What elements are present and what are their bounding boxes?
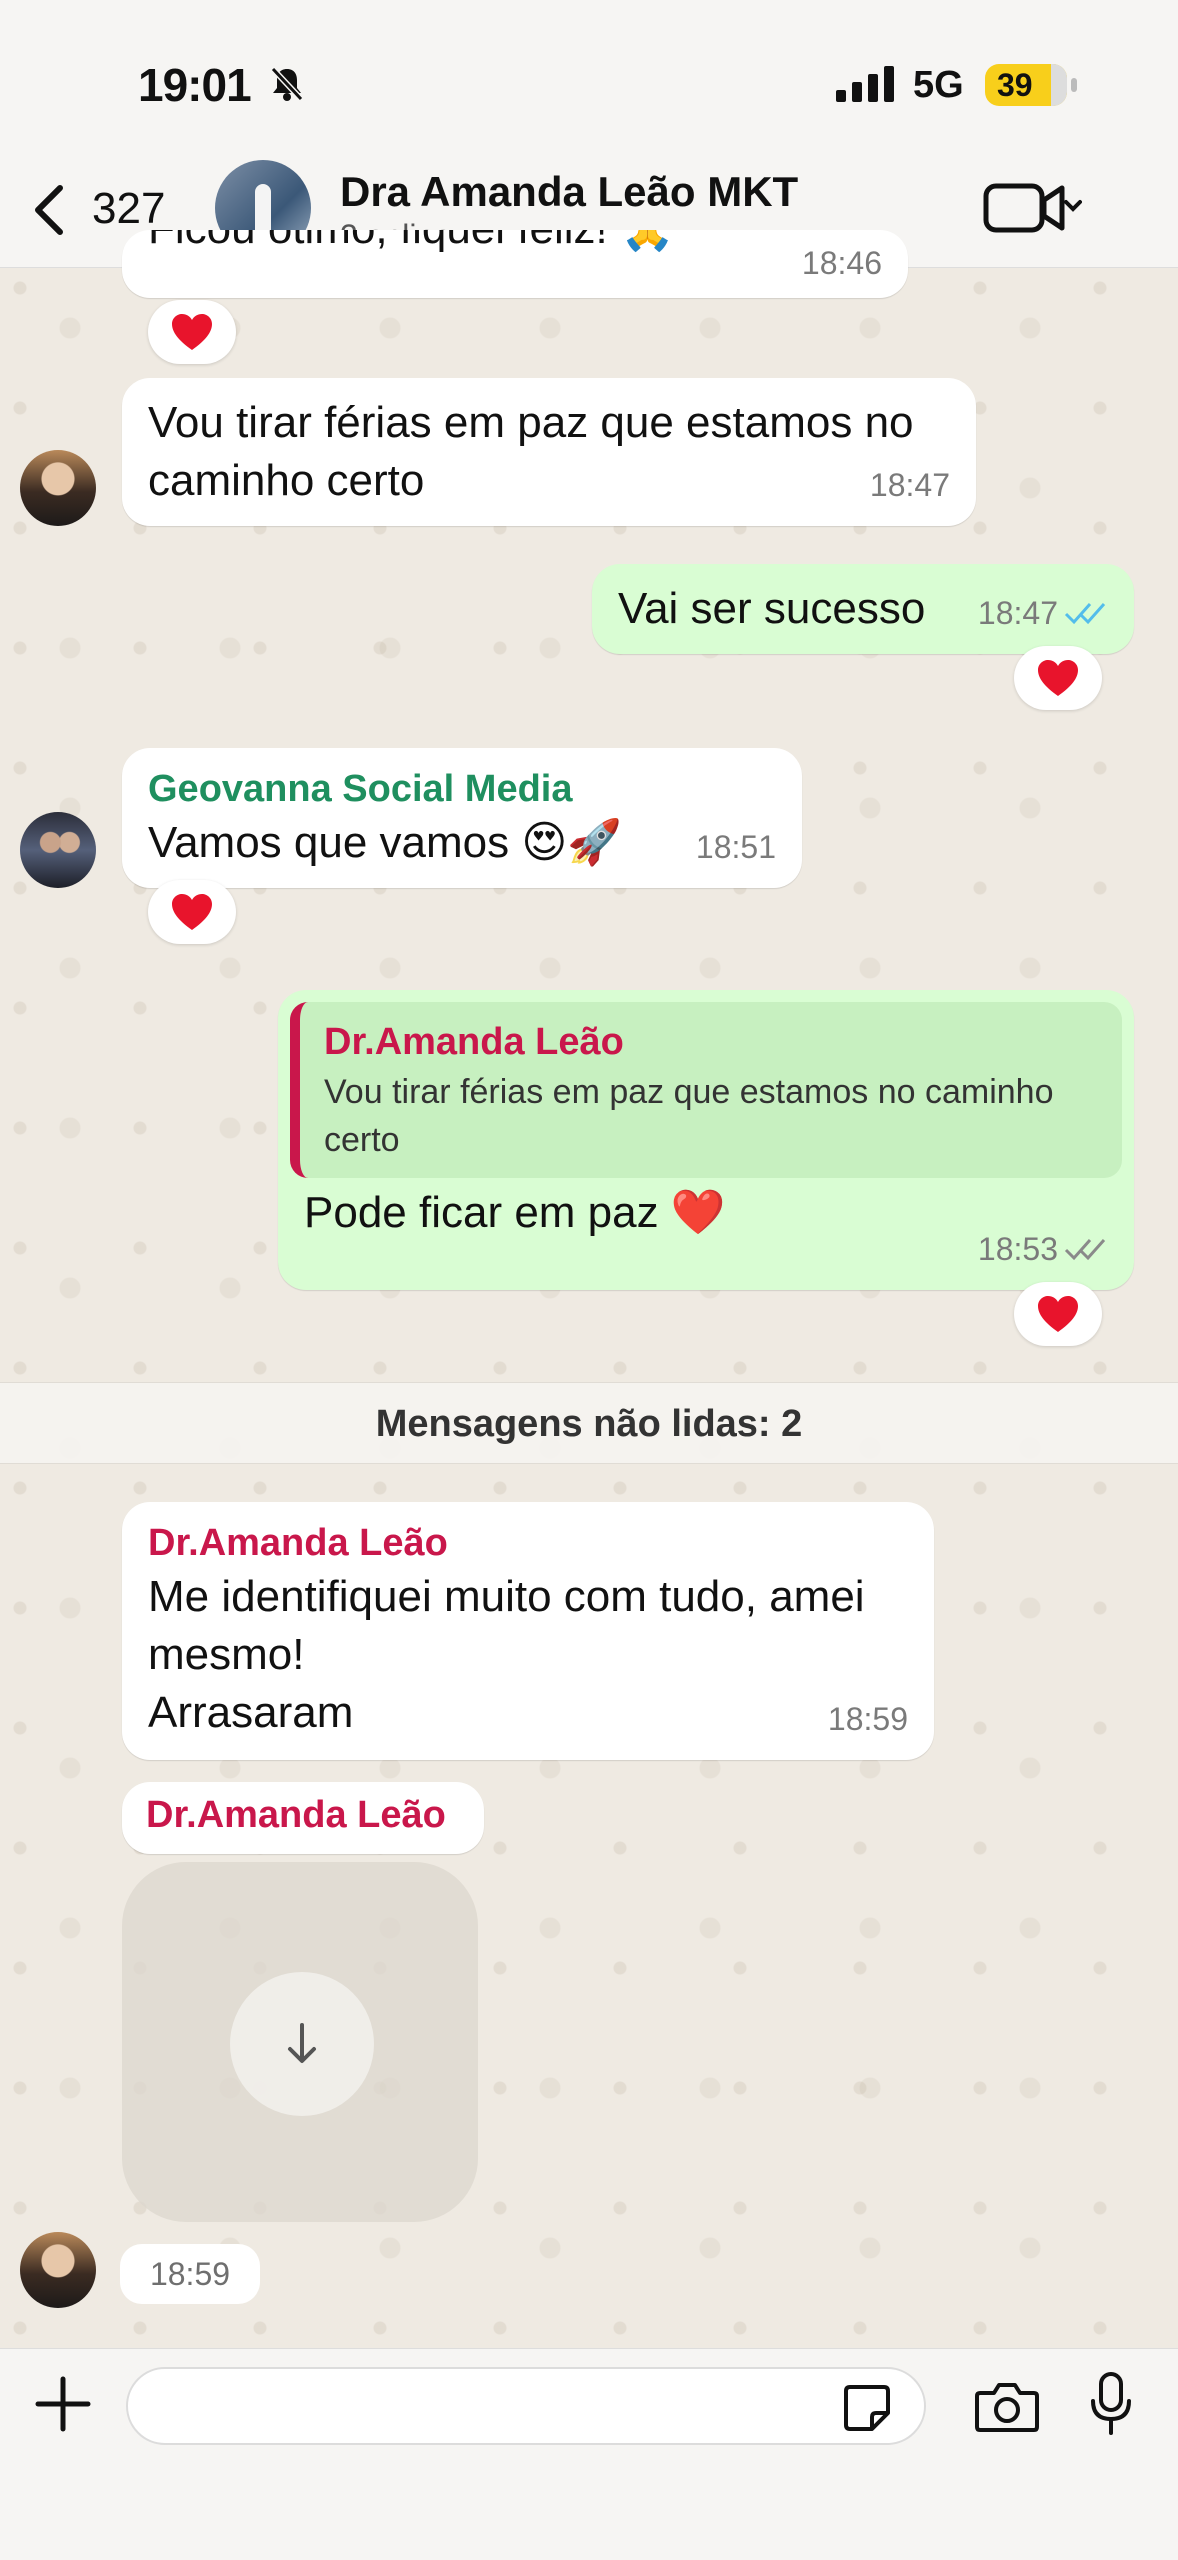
message-bubble-partial[interactable]: Ficou ótimo, fiquei feliz! 🙏 18:46: [122, 230, 908, 298]
camera-icon[interactable]: [974, 2379, 1040, 2433]
unread-messages-divider: Mensagens não lidas: 2: [0, 1382, 1178, 1464]
avatar[interactable]: [20, 450, 96, 526]
quoted-message[interactable]: Dr.Amanda Leão Vou tirar férias em paz q…: [290, 1002, 1122, 1178]
double-check-delivered-icon: [1064, 1239, 1106, 1261]
message-time: 18:47: [977, 595, 1058, 631]
heart-reaction-icon: [172, 314, 212, 350]
avatar[interactable]: [20, 812, 96, 888]
reaction-badge[interactable]: [1014, 646, 1102, 710]
message-bubble-incoming[interactable]: Dr.Amanda Leão Me identifiquei muito com…: [122, 1502, 934, 1760]
video-call-icon[interactable]: [982, 178, 1082, 238]
message-meta: 18:53: [978, 1220, 1108, 1278]
message-time: 18:51: [695, 829, 776, 865]
quoted-text: Vou tirar férias em paz que estamos no c…: [324, 1073, 1054, 1159]
message-time: 18:47: [869, 467, 950, 503]
sender-name[interactable]: Dr.Amanda Leão: [146, 1790, 460, 1840]
sender-name[interactable]: Geovanna Social Media: [148, 764, 776, 814]
message-time: 18:53: [977, 1231, 1058, 1267]
message-meta: 18:47: [978, 584, 1108, 642]
message-text: Ficou ótimo, fiquei feliz! 🙏: [148, 230, 882, 258]
message-text: Vamos que vamos 😍🚀: [148, 818, 623, 867]
message-text: Me identifiquei muito com tudo, amei mes…: [148, 1572, 865, 1679]
heart-reaction-icon: [1038, 1296, 1078, 1332]
message-input[interactable]: [126, 2367, 926, 2445]
chevron-left-icon[interactable]: [30, 180, 70, 240]
battery-empty-segment: [1051, 64, 1067, 106]
sticker-placeholder[interactable]: [122, 1862, 478, 2222]
sender-name[interactable]: Dr.Amanda Leão: [148, 1518, 908, 1568]
avatar[interactable]: [20, 2232, 96, 2308]
message-bubble-outgoing[interactable]: Dr.Amanda Leão Vou tirar férias em paz q…: [278, 990, 1134, 1290]
status-bar: 19:01 5G 39: [0, 0, 1178, 150]
message-time: 18:59: [120, 2244, 260, 2304]
double-check-read-icon: [1064, 603, 1106, 625]
message-bubble-outgoing[interactable]: Vai ser sucesso 18:47: [592, 564, 1134, 654]
reaction-badge[interactable]: [1014, 1282, 1102, 1346]
arrow-down-icon: [288, 2023, 316, 2063]
sticker-icon[interactable]: [842, 2383, 892, 2433]
heart-reaction-icon: [172, 894, 212, 930]
group-title[interactable]: Dra Amanda Leão MKT: [340, 168, 798, 216]
quoted-sender: Dr.Amanda Leão: [324, 1021, 624, 1063]
status-time: 19:01: [138, 59, 252, 111]
reaction-badge[interactable]: [148, 880, 236, 944]
message-time: 18:59: [827, 1701, 908, 1737]
download-button[interactable]: [230, 1972, 374, 2116]
battery-indicator: 39: [985, 64, 1077, 106]
message-text-line2: Arrasaram: [148, 1688, 354, 1737]
signal-icon: [836, 66, 894, 102]
plus-icon[interactable]: [34, 2375, 92, 2433]
message-text: Vou tirar férias em paz que estamos no c…: [148, 398, 914, 505]
network-type: 5G: [913, 64, 964, 106]
reaction-badge[interactable]: [148, 300, 236, 364]
microphone-icon[interactable]: [1088, 2371, 1134, 2437]
battery-level: 39: [997, 67, 1033, 103]
message-time: 18:46: [801, 245, 882, 281]
back-unread-count[interactable]: 327: [92, 184, 165, 234]
composer-bar: [0, 2348, 1178, 2560]
sticker-sender-bubble[interactable]: Dr.Amanda Leão: [122, 1782, 484, 1854]
heart-reaction-icon: [1038, 660, 1078, 696]
bell-muted-icon: [270, 66, 304, 102]
message-bubble-incoming[interactable]: Geovanna Social Media Vamos que vamos 😍🚀…: [122, 748, 802, 888]
message-bubble-incoming[interactable]: Vou tirar férias em paz que estamos no c…: [122, 378, 976, 526]
